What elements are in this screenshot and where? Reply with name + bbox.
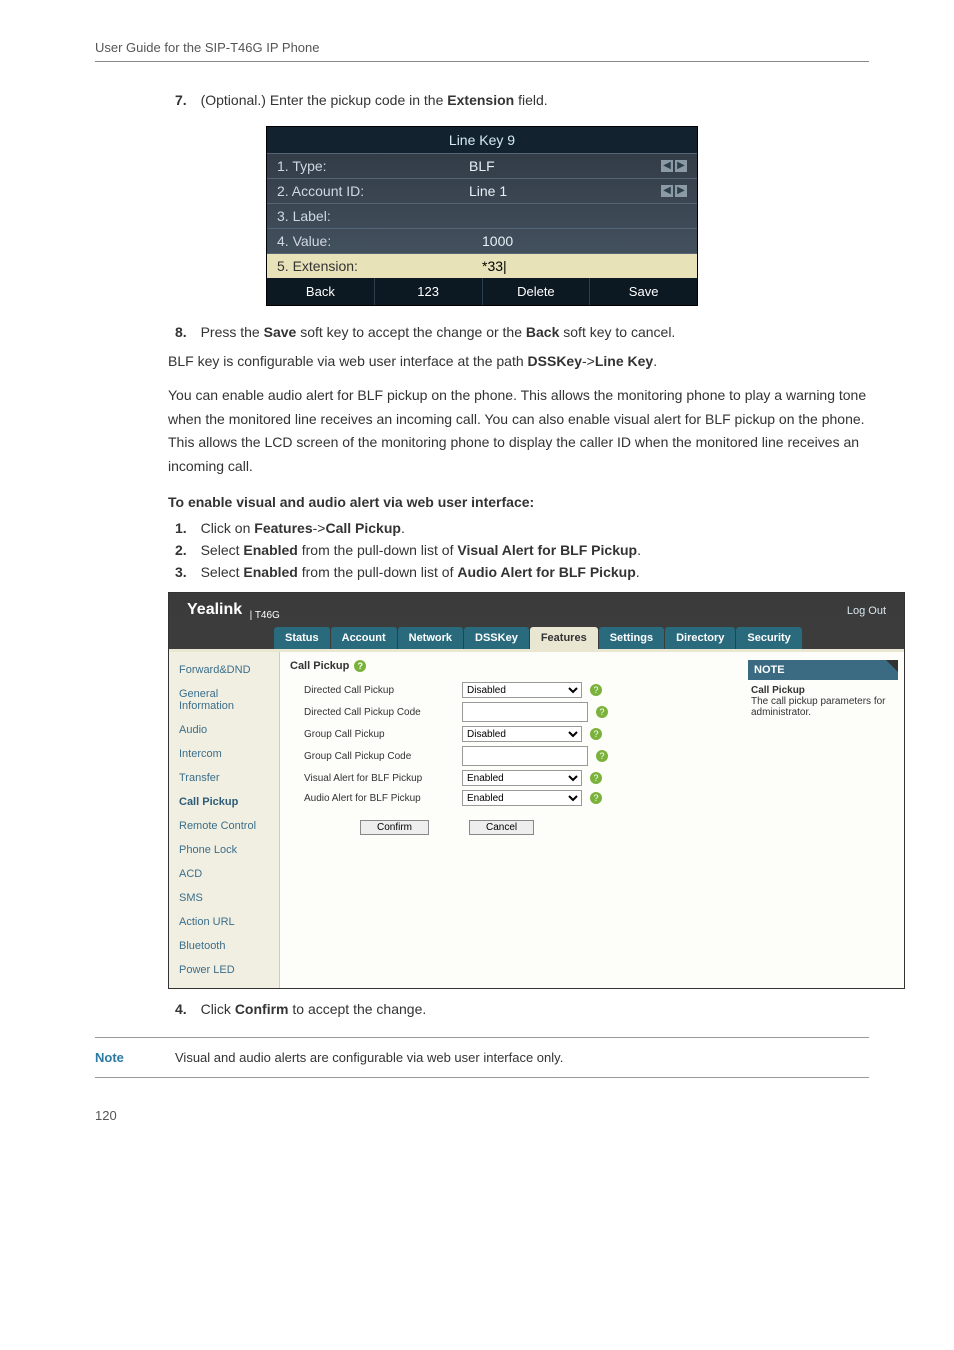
arrow-icons: ◀▶: [661, 185, 687, 197]
softkey-save[interactable]: Save: [590, 278, 697, 305]
arrow-icons: ◀▶: [661, 160, 687, 172]
label-group-call-pickup: Group Call Pickup: [290, 729, 454, 740]
note-column: NOTE Call Pickup The call pickup paramet…: [742, 652, 904, 988]
sidebar-item-phone-lock[interactable]: Phone Lock: [169, 838, 279, 862]
phone-softkeys: Back 123 Delete Save: [267, 278, 697, 305]
brand-logo: Yealink | T46G: [187, 601, 280, 621]
step-1: 1. Click on Features->Call Pickup.: [175, 520, 869, 536]
input-directed-call-pickup-code[interactable]: [462, 702, 588, 722]
tab-dsskey[interactable]: DSSKey: [464, 627, 529, 649]
section-heading: To enable visual and audio alert via web…: [168, 494, 869, 510]
sidebar-item-sms[interactable]: SMS: [169, 886, 279, 910]
webui-mock: Yealink | T46G Log Out Status Account Ne…: [168, 592, 905, 989]
tab-bar: Status Account Network DSSKey Features S…: [274, 627, 904, 649]
softkey-back[interactable]: Back: [267, 278, 375, 305]
sidebar-item-audio[interactable]: Audio: [169, 718, 279, 742]
phone-row-extension: 5. Extension: *33|: [267, 253, 697, 278]
sidebar-item-call-pickup[interactable]: Call Pickup: [169, 790, 279, 814]
step-3: 3. Select Enabled from the pull-down lis…: [175, 564, 869, 580]
sidebar-item-forward-dnd[interactable]: Forward&DND: [169, 658, 279, 682]
sidebar-item-general-info[interactable]: General Information: [169, 682, 279, 718]
tab-settings[interactable]: Settings: [599, 627, 664, 649]
note-head: NOTE: [748, 660, 898, 680]
tab-status[interactable]: Status: [274, 627, 330, 649]
confirm-button[interactable]: Confirm: [360, 820, 429, 835]
label-group-call-pickup-code: Group Call Pickup Code: [290, 751, 454, 762]
select-audio-alert[interactable]: Enabled: [462, 790, 582, 806]
label-directed-call-pickup-code: Directed Call Pickup Code: [290, 707, 454, 718]
sidebar-item-bluetooth[interactable]: Bluetooth: [169, 934, 279, 958]
note-label: Note: [95, 1050, 175, 1065]
paragraph-blf-description: You can enable audio alert for BLF picku…: [168, 384, 869, 479]
sidebar-item-intercom[interactable]: Intercom: [169, 742, 279, 766]
help-icon[interactable]: ?: [596, 750, 608, 762]
phone-row-value: 4. Value: 1000: [267, 228, 697, 253]
help-icon[interactable]: ?: [596, 706, 608, 718]
note-text: Visual and audio alerts are configurable…: [175, 1050, 563, 1065]
tab-network[interactable]: Network: [398, 627, 463, 649]
sidebar-item-acd[interactable]: ACD: [169, 862, 279, 886]
tab-security[interactable]: Security: [736, 627, 801, 649]
sidebar-item-power-led[interactable]: Power LED: [169, 958, 279, 982]
select-visual-alert[interactable]: Enabled: [462, 770, 582, 786]
page-number: 120: [95, 1108, 869, 1123]
logout-link[interactable]: Log Out: [847, 605, 886, 617]
select-group-call-pickup[interactable]: Disabled: [462, 726, 582, 742]
tab-directory[interactable]: Directory: [665, 627, 735, 649]
phone-screen-title: Line Key 9: [267, 127, 697, 153]
bottom-note-bar: Note Visual and audio alerts are configu…: [95, 1037, 869, 1078]
step-7: 7. (Optional.) Enter the pickup code in …: [175, 92, 869, 108]
step-4: 4. Click Confirm to accept the change.: [175, 1001, 869, 1017]
note-body: Call Pickup The call pickup parameters f…: [748, 680, 898, 723]
select-directed-call-pickup[interactable]: Disabled: [462, 682, 582, 698]
paragraph-blf-path: BLF key is configurable via web user int…: [168, 350, 869, 374]
help-icon[interactable]: ?: [590, 684, 602, 696]
sidebar-item-transfer[interactable]: Transfer: [169, 766, 279, 790]
softkey-123[interactable]: 123: [375, 278, 483, 305]
input-group-call-pickup-code[interactable]: [462, 746, 588, 766]
tab-features[interactable]: Features: [530, 627, 598, 649]
help-icon[interactable]: ?: [590, 728, 602, 740]
step-2: 2. Select Enabled from the pull-down lis…: [175, 542, 869, 558]
header-text: User Guide for the SIP-T46G IP Phone: [95, 40, 869, 62]
sidebar-item-remote-control[interactable]: Remote Control: [169, 814, 279, 838]
tab-account[interactable]: Account: [331, 627, 397, 649]
label-visual-alert: Visual Alert for BLF Pickup: [290, 773, 454, 784]
content-area: Call Pickup? Directed Call Pickup Disabl…: [280, 652, 742, 988]
phone-row-type: 1. Type: BLF ◀▶: [267, 153, 697, 178]
step-8: 8. Press the Save soft key to accept the…: [175, 324, 869, 340]
help-icon[interactable]: ?: [590, 772, 602, 784]
sidebar-item-action-url[interactable]: Action URL: [169, 910, 279, 934]
phone-screen-mock: Line Key 9 1. Type: BLF ◀▶ 2. Account ID…: [266, 126, 698, 306]
help-icon[interactable]: ?: [354, 660, 366, 672]
cancel-button[interactable]: Cancel: [469, 820, 534, 835]
label-directed-call-pickup: Directed Call Pickup: [290, 685, 454, 696]
content-heading: Call Pickup?: [290, 660, 732, 672]
softkey-delete[interactable]: Delete: [483, 278, 591, 305]
phone-row-account: 2. Account ID: Line 1 ◀▶: [267, 178, 697, 203]
sidebar: Forward&DND General Information Audio In…: [169, 652, 280, 988]
label-audio-alert: Audio Alert for BLF Pickup: [290, 793, 454, 804]
phone-row-label: 3. Label:: [267, 203, 697, 228]
help-icon[interactable]: ?: [590, 792, 602, 804]
